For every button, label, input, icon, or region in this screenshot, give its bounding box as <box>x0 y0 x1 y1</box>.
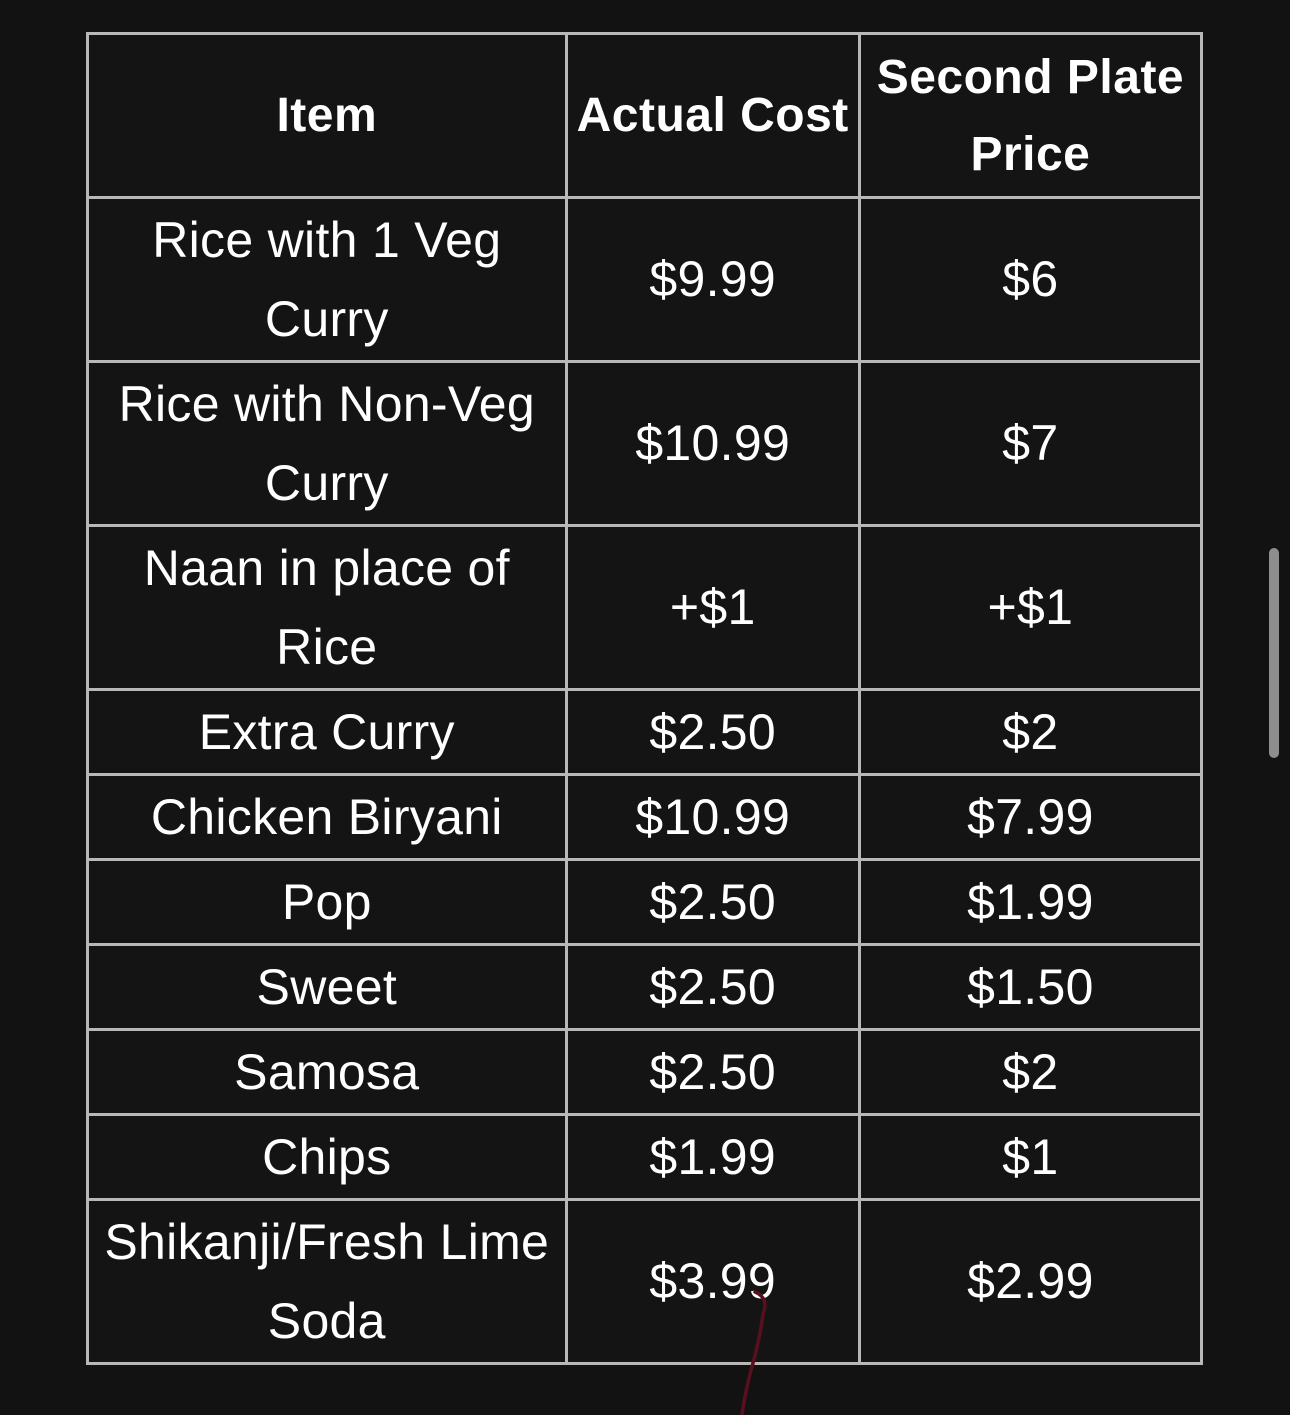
item-cell: Naan in place of Rice <box>86 524 568 691</box>
item-cell: Chicken Biryani <box>86 773 568 861</box>
header-row: Item Actual Cost Second Plate Price <box>86 32 1204 199</box>
second-plate-price-cell: $2 <box>857 688 1204 776</box>
vertical-scrollbar[interactable] <box>1269 548 1279 758</box>
actual-cost-cell: $10.99 <box>564 773 861 861</box>
table-row: Sweet $2.50 $1.50 <box>86 943 1204 1031</box>
item-cell: Extra Curry <box>86 688 568 776</box>
item-cell: Chips <box>86 1113 568 1201</box>
table-row: Samosa $2.50 $2 <box>86 1028 1204 1116</box>
item-cell: Samosa <box>86 1028 568 1116</box>
second-plate-price-cell: $2.99 <box>857 1198 1204 1365</box>
item-cell: Pop <box>86 858 568 946</box>
header-actual-cost: Actual Cost <box>564 32 861 199</box>
item-cell: Rice with 1 Veg Curry <box>86 196 568 363</box>
second-plate-price-cell: $1.99 <box>857 858 1204 946</box>
actual-cost-cell: $1.99 <box>564 1113 861 1201</box>
second-plate-price-cell: $2 <box>857 1028 1204 1116</box>
header-second-plate-price: Second Plate Price <box>857 32 1204 199</box>
table-row: Naan in place of Rice +$1 +$1 <box>86 524 1204 691</box>
price-table: Item Actual Cost Second Plate Price Rice… <box>86 32 1204 1365</box>
item-cell: Rice with Non-Veg Curry <box>86 360 568 527</box>
item-cell: Shikanji/Fresh Lime Soda <box>86 1198 568 1365</box>
actual-cost-cell: $2.50 <box>564 943 861 1031</box>
actual-cost-cell: $2.50 <box>564 688 861 776</box>
table-row: Extra Curry $2.50 $2 <box>86 688 1204 776</box>
table-row: Shikanji/Fresh Lime Soda $3.99 $2.99 <box>86 1198 1204 1365</box>
table-row: Chicken Biryani $10.99 $7.99 <box>86 773 1204 861</box>
actual-cost-cell: $3.99 <box>564 1198 861 1365</box>
second-plate-price-cell: $1 <box>857 1113 1204 1201</box>
header-item: Item <box>86 32 568 199</box>
actual-cost-cell: $10.99 <box>564 360 861 527</box>
table-row: Rice with Non-Veg Curry $10.99 $7 <box>86 360 1204 527</box>
actual-cost-cell: $2.50 <box>564 1028 861 1116</box>
second-plate-price-cell: $7.99 <box>857 773 1204 861</box>
second-plate-price-cell: +$1 <box>857 524 1204 691</box>
second-plate-price-cell: $1.50 <box>857 943 1204 1031</box>
table-row: Rice with 1 Veg Curry $9.99 $6 <box>86 196 1204 363</box>
table-row: Pop $2.50 $1.99 <box>86 858 1204 946</box>
second-plate-price-cell: $6 <box>857 196 1204 363</box>
item-cell: Sweet <box>86 943 568 1031</box>
second-plate-price-cell: $7 <box>857 360 1204 527</box>
actual-cost-cell: $9.99 <box>564 196 861 363</box>
actual-cost-cell: +$1 <box>564 524 861 691</box>
actual-cost-cell: $2.50 <box>564 858 861 946</box>
table-row: Chips $1.99 $1 <box>86 1113 1204 1201</box>
